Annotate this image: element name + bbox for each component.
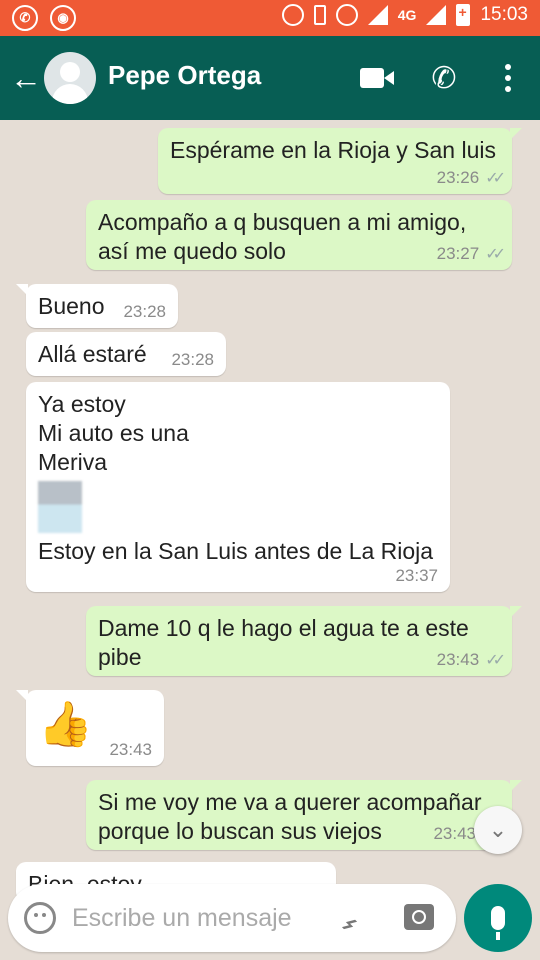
network-type: 4G [397,7,417,23]
read-ticks-icon: ✓✓ [485,246,506,263]
read-ticks-icon: ✓✓ [485,652,506,669]
message-time: 23:26 [436,168,480,187]
message-outgoing[interactable]: Espérame en la Rioja y San luis 23:26 ✓✓ [158,128,522,194]
attach-icon[interactable]: ⌁ [331,893,382,944]
vibrate-icon [313,5,326,25]
message-time: 23:28 [123,302,166,321]
message-time: 23:43 [436,650,480,669]
signal-icon [367,5,388,25]
message-outgoing[interactable]: Dame 10 q le hago el agua te a este pibe… [86,606,522,676]
scroll-down-icon[interactable]: ⌄ [474,806,522,854]
read-ticks-icon: ✓✓ [485,170,506,187]
message-text: Estoy en la San Luis antes de La Rioja [38,538,434,564]
message-time: 23:37 [395,566,438,585]
message-composer[interactable]: Escribe un mensaje ⌁ [8,884,456,952]
contact-name[interactable]: Pepe Ortega [108,60,261,91]
signal-icon-2 [426,5,447,25]
menu-icon[interactable] [488,58,528,98]
message-time: 23:28 [171,350,214,369]
message-incoming[interactable]: 👍 23:43 [16,690,164,766]
chrome-icon: ◉ [50,5,76,31]
chat-header: ← Pepe Ortega ✆ [0,36,540,120]
whatsapp-icon: ✆ [12,5,38,31]
status-bar: ✆ ◉ 4G 15:03 [0,0,540,36]
message-text: Ya estoy Mi auto es una Meriva [38,391,189,475]
data-saver-icon [281,4,304,26]
message-time: 23:43 [109,740,152,759]
mic-icon [491,906,505,940]
message-incoming[interactable]: Allá estaré 23:28 [26,332,226,376]
video-call-icon[interactable] [352,58,394,98]
message-incoming[interactable]: Bueno 23:28 [16,284,178,328]
emoji-icon[interactable] [24,902,56,934]
message-incoming[interactable]: Ya estoy Mi auto es una Meriva Estoy en … [26,382,450,592]
alarm-icon [335,4,358,26]
avatar[interactable] [44,52,96,104]
blurred-image [38,481,82,533]
message-text: Espérame en la Rioja y San luis [170,137,496,163]
message-outgoing[interactable]: Acompaño a q busquen a mi amigo, así me … [86,200,512,270]
battery-icon [456,4,471,26]
message-time: 23:43 [433,824,476,843]
message-input[interactable]: Escribe un mensaje [72,904,292,933]
camera-icon[interactable] [404,904,434,930]
message-outgoing[interactable]: Si me voy me va a querer acompañar porqu… [86,780,522,850]
back-arrow-icon[interactable]: ← [10,60,42,96]
phone-icon[interactable]: ✆ [424,58,464,98]
message-time: 23:27 [436,244,480,263]
clock: 15:03 [480,4,528,25]
mic-button[interactable] [464,884,532,952]
